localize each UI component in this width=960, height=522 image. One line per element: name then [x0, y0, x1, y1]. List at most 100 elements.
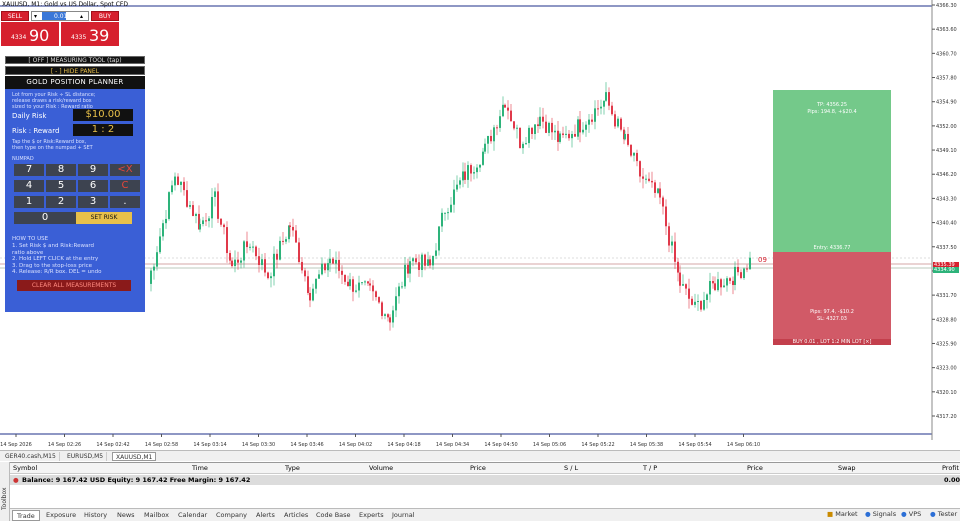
- candle-body: [668, 226, 670, 246]
- candle-body: [557, 130, 559, 142]
- candle-body: [412, 258, 414, 262]
- tab-xauusd[interactable]: XAUUSD,M1: [112, 452, 157, 461]
- candle-body: [502, 104, 504, 117]
- chevron-up-icon[interactable]: ▴: [80, 12, 83, 21]
- candle-body: [307, 276, 309, 293]
- daily-risk-input[interactable]: $10.00: [73, 109, 133, 121]
- numpad-clear-key[interactable]: C: [110, 180, 140, 192]
- candle-body: [531, 127, 533, 134]
- tab-experts[interactable]: Experts: [355, 510, 388, 521]
- candle-body: [404, 264, 406, 287]
- col-symbol[interactable]: Symbol: [13, 463, 37, 474]
- ask-price-button[interactable]: 4335 39: [61, 22, 119, 46]
- numpad-key-9[interactable]: 9: [78, 164, 108, 176]
- set-risk-button[interactable]: SET RISK: [76, 212, 132, 224]
- numpad-key-4[interactable]: 4: [14, 180, 44, 192]
- ask-price-big: 39: [89, 26, 110, 45]
- price-chart[interactable]: 4366.30 4363.60 4360.70 4357.80 4354.90 4352.…: [0, 0, 960, 450]
- candle-body: [258, 256, 260, 266]
- numpad-backspace-key[interactable]: <X: [110, 164, 140, 176]
- tab-mailbox[interactable]: Mailbox: [140, 510, 173, 521]
- numpad-key-6[interactable]: 6: [78, 180, 108, 192]
- candle-body: [352, 279, 354, 292]
- candle-body: [591, 119, 593, 122]
- vps-link[interactable]: ● VPS: [901, 510, 921, 518]
- market-link[interactable]: ■ Market: [827, 510, 858, 518]
- candle-body: [574, 133, 576, 137]
- tab-history[interactable]: History: [80, 510, 111, 521]
- candle-body: [694, 301, 696, 305]
- candle-body: [174, 176, 176, 186]
- measuring-tool-toggle[interactable]: [ OFF ] MEASURING TOOL (tap): [5, 56, 145, 64]
- candle-body: [392, 310, 394, 323]
- take-profit-zone[interactable]: TP: 4356.25 Pips: 194.8, +$20.4 Entry: 4…: [773, 90, 891, 252]
- numpad-key-3[interactable]: 3: [78, 196, 108, 208]
- bid-price-small: 4334: [11, 34, 27, 41]
- col-volume[interactable]: Volume: [369, 463, 393, 474]
- buy-button[interactable]: BUY: [91, 11, 119, 21]
- candle-body: [438, 226, 440, 251]
- candle-body: [401, 286, 403, 288]
- tab-eurusd[interactable]: EURUSD,M5: [64, 452, 108, 461]
- tab-code-base[interactable]: Code Base: [312, 510, 355, 521]
- numpad-key-0[interactable]: 0: [14, 212, 76, 224]
- candle-body: [627, 133, 629, 145]
- hide-panel-button[interactable]: [ - ] HIDE PANEL: [5, 66, 145, 75]
- candle-body: [522, 143, 524, 149]
- col-price-current[interactable]: Price: [747, 463, 763, 474]
- candle-body: [513, 121, 515, 129]
- numpad-dot-key[interactable]: .: [110, 196, 140, 208]
- numpad-key-8[interactable]: 8: [46, 164, 76, 176]
- candle-body: [620, 118, 622, 130]
- candle-body: [298, 242, 300, 262]
- numpad-key-1[interactable]: 1: [14, 196, 44, 208]
- signals-link[interactable]: ● Signals: [865, 510, 896, 518]
- numpad-key-7[interactable]: 7: [14, 164, 44, 176]
- candle-body: [387, 314, 389, 318]
- sell-button[interactable]: SELL: [1, 11, 29, 21]
- candle-body: [682, 284, 684, 286]
- col-type[interactable]: Type: [285, 463, 300, 474]
- candle-body: [295, 230, 297, 243]
- stop-loss-zone[interactable]: Pips: 97.4, -$10.2 SL: 4327.03 BUY 0.01 …: [773, 252, 891, 345]
- numpad-key-2[interactable]: 2: [46, 196, 76, 208]
- time-axis-label: 14 Sep 03:46: [290, 442, 323, 448]
- col-tp[interactable]: T / P: [643, 463, 657, 474]
- lot-value[interactable]: 0.01: [42, 12, 67, 20]
- col-price[interactable]: Price: [470, 463, 486, 474]
- bid-price-button[interactable]: 4334 90: [1, 22, 59, 46]
- balance-row[interactable]: ● Balance: 9 167.42 USD Equity: 9 167.42…: [10, 475, 960, 485]
- candle-body: [289, 225, 291, 227]
- tab-news[interactable]: News: [113, 510, 139, 521]
- tab-calendar[interactable]: Calendar: [174, 510, 211, 521]
- col-sl[interactable]: S / L: [564, 463, 578, 474]
- col-time[interactable]: Time: [192, 463, 208, 474]
- tab-alerts[interactable]: Alerts: [252, 510, 279, 521]
- tester-link[interactable]: ● Tester: [930, 510, 957, 518]
- candle-body: [611, 105, 613, 115]
- clear-all-measurements-button[interactable]: CLEAR ALL MEASUREMENTS: [17, 280, 131, 291]
- tab-exposure[interactable]: Exposure: [42, 510, 80, 521]
- col-profit[interactable]: Profit: [942, 463, 959, 474]
- toolbox-side-label[interactable]: Toolbox: [0, 462, 10, 521]
- candle-body: [617, 118, 619, 127]
- candle-body: [726, 278, 728, 286]
- time-axis-label: 14 Sep 05:38: [630, 442, 663, 448]
- col-swap[interactable]: Swap: [838, 463, 856, 474]
- tab-articles[interactable]: Articles: [280, 510, 312, 521]
- chevron-down-icon[interactable]: ▾: [34, 12, 37, 21]
- tab-trade[interactable]: Trade: [12, 510, 40, 521]
- tab-ger40[interactable]: GER40.cash,M15: [2, 452, 60, 461]
- numpad-key-5[interactable]: 5: [46, 180, 76, 192]
- lot-input[interactable]: ▾ 0.01 ▴: [31, 11, 89, 21]
- tab-company[interactable]: Company: [212, 510, 251, 521]
- candle-body: [525, 143, 527, 145]
- candle-body: [568, 133, 570, 139]
- candle-body: [192, 205, 194, 216]
- position-summary-bar[interactable]: BUY 0.01 , LOT 1:2 MIN LOT [×]: [773, 339, 891, 345]
- risk-reward-input[interactable]: 1 : 2: [73, 124, 133, 136]
- candle-body: [312, 288, 314, 301]
- candle-body: [577, 119, 579, 137]
- tab-journal[interactable]: Journal: [388, 510, 418, 521]
- candle-body: [229, 253, 231, 261]
